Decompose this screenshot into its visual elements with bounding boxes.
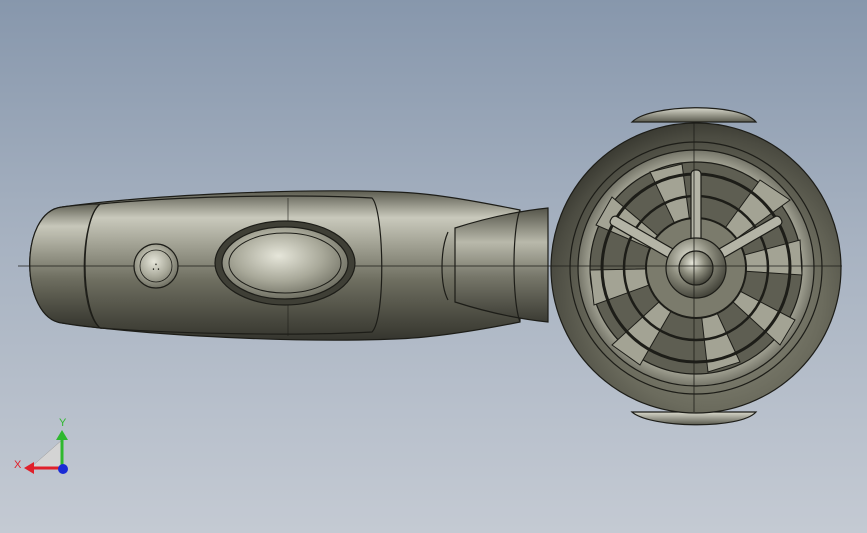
bottom-lug <box>630 411 758 426</box>
model-viewport[interactable]: ∴ Y X <box>0 0 867 533</box>
y-arrow-head <box>56 430 68 440</box>
control-button-symbol: ∴ <box>152 260 160 274</box>
z-axis-dot <box>58 464 68 474</box>
coordinate-triad: Y X <box>14 417 68 474</box>
x-arrow-head <box>24 462 34 474</box>
hair-dryer-model[interactable] <box>18 107 842 426</box>
logo-plate[interactable] <box>221 226 349 300</box>
top-lug <box>630 107 758 123</box>
x-axis-label: X <box>14 459 22 471</box>
y-axis-label: Y <box>59 417 67 429</box>
neck <box>454 207 549 323</box>
triad-xz-plane <box>29 439 63 469</box>
hub-cap <box>678 250 714 286</box>
